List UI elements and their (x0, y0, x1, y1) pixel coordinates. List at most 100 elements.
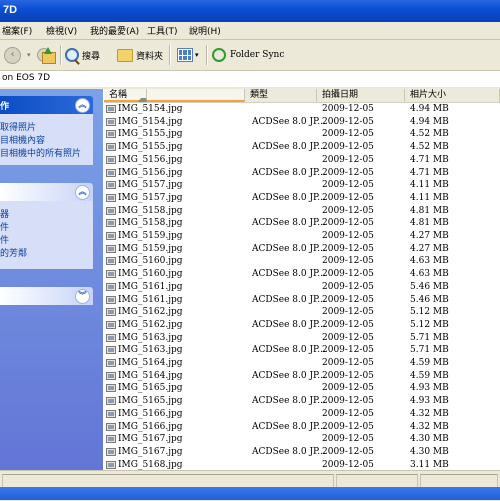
file-row[interactable]: IMG_5154.jpg ACDSee 8.0 JP... 2009-12-05 4.… (104, 116, 500, 129)
file-row[interactable]: IMG_5168.jpg 2009-12-05 3.11 MB (104, 459, 500, 470)
file-date-taken: 2009-12-05 (322, 307, 374, 318)
file-name: IMG_5159.jpg (118, 243, 183, 254)
other-places-header[interactable]: ︽ (0, 183, 93, 201)
place-link-1[interactable]: 器 (0, 207, 9, 220)
menu-view[interactable]: 檢視(V) (46, 24, 77, 37)
file-row[interactable]: IMG_5155.jpg ACDSee 8.0 JP... 2009-12-05 4.… (104, 141, 500, 154)
file-row[interactable]: IMG_5158.jpg ACDSee 8.0 JP... 2009-12-05 4.… (104, 217, 500, 230)
back-button[interactable]: ‹ (4, 45, 21, 65)
menu-file[interactable]: 檔案(F) (2, 24, 32, 37)
jpg-file-icon (106, 232, 116, 240)
file-list[interactable]: 名稱 類型 拍攝日期 相片大小 IMG_5154.jpg 2009-12-05 4.… (104, 89, 500, 470)
file-date-taken: 2009-12-05 (322, 256, 374, 267)
file-row[interactable]: IMG_5163.jpg ACDSee 8.0 JP... 2009-12-05 5.… (104, 344, 500, 357)
file-row[interactable]: IMG_5162.jpg 2009-12-05 5.12 MB (104, 306, 500, 319)
file-date-taken: 2009-12-05 (322, 294, 374, 305)
file-row[interactable]: IMG_5162.jpg ACDSee 8.0 JP... 2009-12-05 5.… (104, 319, 500, 332)
views-icon (177, 48, 193, 62)
file-name: IMG_5155.jpg (118, 129, 183, 140)
file-row[interactable]: IMG_5159.jpg 2009-12-05 4.27 MB (104, 230, 500, 243)
task-link-all-camera-photos[interactable]: 目相機中的所有照片 (0, 146, 81, 159)
file-row[interactable]: IMG_5156.jpg 2009-12-05 4.71 MB (104, 154, 500, 167)
file-photo-size: 4.71 MB (410, 154, 449, 165)
file-row[interactable]: IMG_5155.jpg 2009-12-05 4.52 MB (104, 128, 500, 141)
task-pane: 作 ︽ 取得照片 目相機內容 目相機中的所有照片 ︽ 器 件 件 的芳鄰 ︾ (0, 89, 103, 470)
column-name[interactable]: 名稱 (104, 89, 245, 102)
file-name: IMG_5157.jpg (118, 180, 183, 191)
tasks-panel-title: 作 (0, 102, 10, 112)
folders-button[interactable]: 資料夾 (117, 45, 163, 65)
file-type: ACDSee 8.0 JP... (252, 167, 326, 178)
place-link-network[interactable]: 的芳鄰 (0, 246, 27, 259)
place-link-3[interactable]: 件 (0, 233, 9, 246)
file-row[interactable]: IMG_5166.jpg 2009-12-05 4.32 MB (104, 408, 500, 421)
jpg-file-icon (106, 143, 116, 152)
expand-icon[interactable]: ︾ (75, 289, 90, 304)
file-name: IMG_5154.jpg (118, 116, 183, 127)
file-row[interactable]: IMG_5159.jpg ACDSee 8.0 JP... 2009-12-05 4.… (104, 243, 500, 256)
file-row[interactable]: IMG_5156.jpg ACDSee 8.0 JP... 2009-12-05 4.… (104, 167, 500, 180)
file-name: IMG_5155.jpg (118, 142, 183, 153)
jpg-file-icon (106, 270, 116, 279)
file-row[interactable]: IMG_5164.jpg 2009-12-05 4.59 MB (104, 357, 500, 370)
file-photo-size: 4.93 MB (410, 396, 449, 407)
task-link-get-photos[interactable]: 取得照片 (0, 120, 36, 133)
file-row[interactable]: IMG_5166.jpg ACDSee 8.0 JP... 2009-12-05 4.… (104, 421, 500, 434)
views-button[interactable]: ▾ (177, 45, 199, 65)
file-row[interactable]: IMG_5163.jpg 2009-12-05 5.71 MB (104, 332, 500, 345)
file-name: IMG_5154.jpg (118, 104, 183, 114)
file-name: IMG_5160.jpg (118, 269, 183, 280)
file-date-taken: 2009-12-05 (322, 231, 374, 241)
sort-ascending-icon (138, 89, 147, 102)
place-link-2[interactable]: 件 (0, 220, 9, 233)
up-folder-icon (41, 47, 56, 64)
menu-help[interactable]: 說明(H) (189, 24, 221, 37)
file-row[interactable]: IMG_5161.jpg ACDSee 8.0 JP... 2009-12-05 5.… (104, 294, 500, 307)
forward-dropdown[interactable]: ▾ (27, 45, 31, 65)
column-date-taken[interactable]: 拍攝日期 (317, 89, 405, 102)
up-folder-button[interactable] (41, 45, 56, 65)
file-row[interactable]: IMG_5164.jpg ACDSee 8.0 JP... 2009-12-05 4.… (104, 370, 500, 383)
file-row[interactable]: IMG_5157.jpg 2009-12-05 4.11 MB (104, 179, 500, 192)
address-bar[interactable]: on EOS 7D (0, 71, 500, 88)
file-photo-size: 5.12 MB (410, 307, 449, 318)
column-photo-size[interactable]: 相片大小 (405, 89, 500, 102)
file-row[interactable]: IMG_5165.jpg 2009-12-05 4.93 MB (104, 382, 500, 395)
address-value: on EOS 7D (2, 73, 51, 83)
file-row[interactable]: IMG_5167.jpg ACDSee 8.0 JP... 2009-12-05 4.… (104, 446, 500, 459)
file-row[interactable]: IMG_5157.jpg ACDSee 8.0 JP... 2009-12-05 4.… (104, 192, 500, 205)
file-date-taken: 2009-12-05 (322, 332, 374, 343)
taskbar (0, 487, 500, 500)
title-bar[interactable]: 7D (0, 0, 500, 22)
file-photo-size: 5.46 MB (410, 294, 449, 305)
file-row[interactable]: IMG_5160.jpg 2009-12-05 4.63 MB (104, 255, 500, 268)
collapse-icon[interactable]: ︽ (75, 98, 90, 113)
file-row[interactable]: IMG_5160.jpg ACDSee 8.0 JP... 2009-12-05 4.… (104, 268, 500, 281)
task-link-camera-content[interactable]: 目相機內容 (0, 133, 45, 146)
file-date-taken: 2009-12-05 (322, 370, 374, 381)
file-row[interactable]: IMG_5154.jpg 2009-12-05 4.94 MB (104, 103, 500, 116)
menu-favorites[interactable]: 我的最愛(A) (90, 24, 139, 37)
file-photo-size: 4.30 MB (410, 446, 449, 457)
file-row[interactable]: IMG_5165.jpg ACDSee 8.0 JP... 2009-12-05 4.… (104, 395, 500, 408)
file-date-taken: 2009-12-05 (322, 434, 374, 445)
search-label: 搜尋 (82, 51, 101, 62)
menu-tools[interactable]: 工具(T) (147, 24, 178, 37)
file-row[interactable]: IMG_5161.jpg 2009-12-05 5.46 MB (104, 281, 500, 294)
file-row[interactable]: IMG_5158.jpg 2009-12-05 4.81 MB (104, 205, 500, 218)
jpg-file-icon (106, 193, 116, 202)
jpg-file-icon (106, 117, 116, 126)
file-name: IMG_5163.jpg (118, 345, 183, 356)
file-photo-size: 4.63 MB (410, 269, 449, 280)
tasks-panel-header[interactable]: 作 ︽ (0, 96, 93, 114)
file-date-taken: 2009-12-05 (322, 459, 374, 470)
folder-sync-button[interactable]: Folder Sync (212, 45, 284, 65)
collapse-icon[interactable]: ︽ (75, 185, 90, 200)
column-type[interactable]: 類型 (245, 89, 317, 102)
file-date-taken: 2009-12-05 (322, 446, 374, 457)
search-button[interactable]: 搜尋 (65, 45, 100, 65)
file-name: IMG_5156.jpg (118, 154, 183, 165)
file-photo-size: 4.52 MB (410, 129, 449, 140)
file-row[interactable]: IMG_5167.jpg 2009-12-05 4.30 MB (104, 433, 500, 446)
details-header[interactable]: ︾ (0, 287, 93, 305)
